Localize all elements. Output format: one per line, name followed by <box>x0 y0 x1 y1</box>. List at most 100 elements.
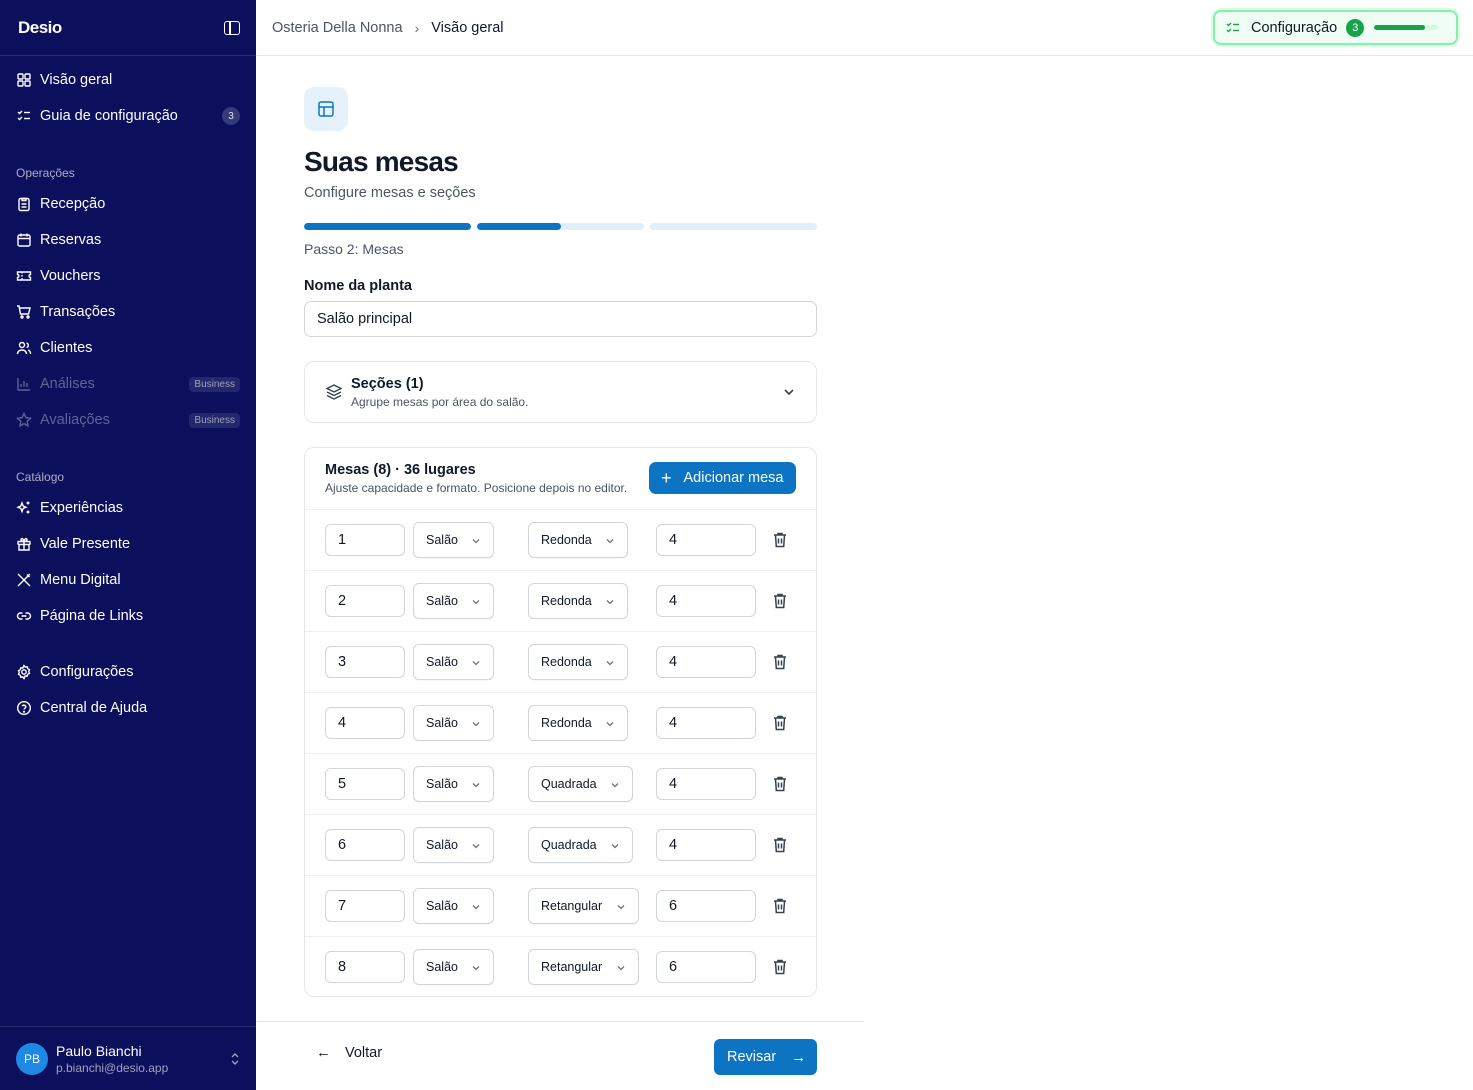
breadcrumb-parent[interactable]: Osteria Della Nonna <box>272 20 403 36</box>
capacity-input[interactable] <box>656 585 756 617</box>
capacity-input[interactable] <box>656 646 756 678</box>
sidebar-item-experiencias[interactable]: Experiências <box>10 492 246 524</box>
sections-title: Seções (1) <box>351 375 424 392</box>
table-row: Salão Quadrada <box>305 754 816 815</box>
section-select[interactable]: Salão <box>413 583 494 619</box>
sections-accordion[interactable]: Seções (1) Agrupe mesas por área do salã… <box>304 361 817 423</box>
user-menu[interactable]: PB Paulo Bianchi p.bianchi@desio.app <box>0 1026 256 1090</box>
table-number-input[interactable] <box>325 524 405 556</box>
sidebar-item-label: Análises <box>40 376 95 392</box>
table-number-input[interactable] <box>325 585 405 617</box>
shape-select[interactable]: Redonda <box>528 583 628 619</box>
chevron-down-icon <box>471 901 481 911</box>
section-select[interactable]: Salão <box>413 705 494 741</box>
trash-icon[interactable] <box>772 775 788 793</box>
sidebar-item-label: Configurações <box>40 664 134 680</box>
chevron-down-icon <box>471 840 481 850</box>
trash-icon[interactable] <box>772 958 788 976</box>
table-number-input[interactable] <box>325 646 405 678</box>
sidebar-item-label: Vale Presente <box>40 536 131 552</box>
link-icon <box>16 608 32 624</box>
section-select[interactable]: Salão <box>413 766 494 802</box>
sidebar-item-configuracoes[interactable]: Configurações <box>10 656 246 688</box>
table-number-input[interactable] <box>325 707 405 739</box>
sidebar-item-label: Reservas <box>40 232 102 248</box>
tables-header: Mesas (8) · 36 lugares Ajuste capacidade… <box>305 448 816 510</box>
section-label-catalogo: Catálogo <box>16 470 65 484</box>
sidebar-item-label: Menu Digital <box>40 572 121 588</box>
chevron-down-icon <box>616 962 626 972</box>
config-count-badge: 3 <box>1346 18 1365 37</box>
back-button[interactable]: ← Voltar <box>316 1044 382 1061</box>
chevrons-up-down-icon <box>230 1052 240 1066</box>
sections-text: Seções (1) Agrupe mesas por área do salã… <box>351 376 528 409</box>
chevron-down-icon <box>471 596 481 606</box>
shape-select[interactable]: Redonda <box>528 705 628 741</box>
utensils-icon <box>16 572 32 588</box>
sidebar-item-pagina-links[interactable]: Página de Links <box>10 600 246 632</box>
trash-icon[interactable] <box>772 592 788 610</box>
capacity-input[interactable] <box>656 951 756 983</box>
sidebar-item-clientes[interactable]: Clientes <box>10 332 246 364</box>
review-button[interactable]: Revisar → <box>714 1039 817 1075</box>
sidebar-item-menu-digital[interactable]: Menu Digital <box>10 564 246 596</box>
capacity-input[interactable] <box>656 768 756 800</box>
sidebar-item-central-ajuda[interactable]: Central de Ajuda <box>10 692 246 724</box>
trash-icon[interactable] <box>772 531 788 549</box>
star-icon <box>16 412 32 428</box>
trash-icon[interactable] <box>772 714 788 732</box>
sidebar-item-reservas[interactable]: Reservas <box>10 224 246 256</box>
sidebar-item-vale-presente[interactable]: Vale Presente <box>10 528 246 560</box>
table-row: Salão Retangular <box>305 937 816 996</box>
capacity-input[interactable] <box>656 524 756 556</box>
chevron-down-icon <box>471 657 481 667</box>
sidebar-toggle-icon[interactable] <box>224 20 240 35</box>
section-select[interactable]: Salão <box>413 644 494 680</box>
table-number-input[interactable] <box>325 951 405 983</box>
section-select[interactable]: Salão <box>413 949 494 985</box>
shape-select[interactable]: Retangular <box>528 888 639 924</box>
arrow-left-icon: ← <box>316 1044 331 1061</box>
shape-select[interactable]: Quadrada <box>528 827 633 863</box>
table-row: Salão Quadrada <box>305 815 816 876</box>
capacity-input[interactable] <box>656 707 756 739</box>
shape-select[interactable]: Redonda <box>528 522 628 558</box>
sidebar-item-visao-geral[interactable]: Visão geral <box>10 64 246 96</box>
table-row: Salão Redonda <box>305 571 816 632</box>
shape-select[interactable]: Redonda <box>528 644 628 680</box>
sidebar-item-label: Experiências <box>40 500 124 516</box>
chevron-down-icon <box>616 901 626 911</box>
table-row: Salão Redonda <box>305 632 816 693</box>
shape-select[interactable]: Quadrada <box>528 766 633 802</box>
table-number-input[interactable] <box>325 829 405 861</box>
chevron-down-icon <box>605 596 615 606</box>
sidebar: Desio Visão geral Guia de configuração 3… <box>0 0 256 1090</box>
trash-icon[interactable] <box>772 897 788 915</box>
add-table-button[interactable]: + Adicionar mesa <box>649 462 796 494</box>
users-icon <box>16 340 32 356</box>
table-number-input[interactable] <box>325 890 405 922</box>
clipboard-icon <box>16 196 32 212</box>
trash-icon[interactable] <box>772 836 788 854</box>
table-number-input[interactable] <box>325 768 405 800</box>
config-progress-button[interactable]: Configuração 3 <box>1213 10 1458 45</box>
sidebar-item-guia-configuracao[interactable]: Guia de configuração 3 <box>10 100 246 132</box>
trash-icon[interactable] <box>772 653 788 671</box>
sidebar-item-label: Clientes <box>40 340 93 356</box>
section-select[interactable]: Salão <box>413 888 494 924</box>
shape-select[interactable]: Retangular <box>528 949 639 985</box>
sidebar-item-recepcao[interactable]: Recepção <box>10 188 246 220</box>
sidebar-item-vouchers[interactable]: Vouchers <box>10 260 246 292</box>
sidebar-item-transacoes[interactable]: Transações <box>10 296 246 328</box>
section-select[interactable]: Salão <box>413 522 494 558</box>
step-bar <box>304 223 471 230</box>
section-select[interactable]: Salão <box>413 827 494 863</box>
config-progress-fill <box>1374 25 1426 30</box>
capacity-input[interactable] <box>656 890 756 922</box>
capacity-input[interactable] <box>656 829 756 861</box>
avatar: PB <box>16 1042 48 1075</box>
page-title: Suas mesas <box>304 146 459 177</box>
sparkles-icon <box>16 500 32 516</box>
chevron-down-icon <box>471 535 481 545</box>
plan-name-input[interactable] <box>304 301 817 337</box>
